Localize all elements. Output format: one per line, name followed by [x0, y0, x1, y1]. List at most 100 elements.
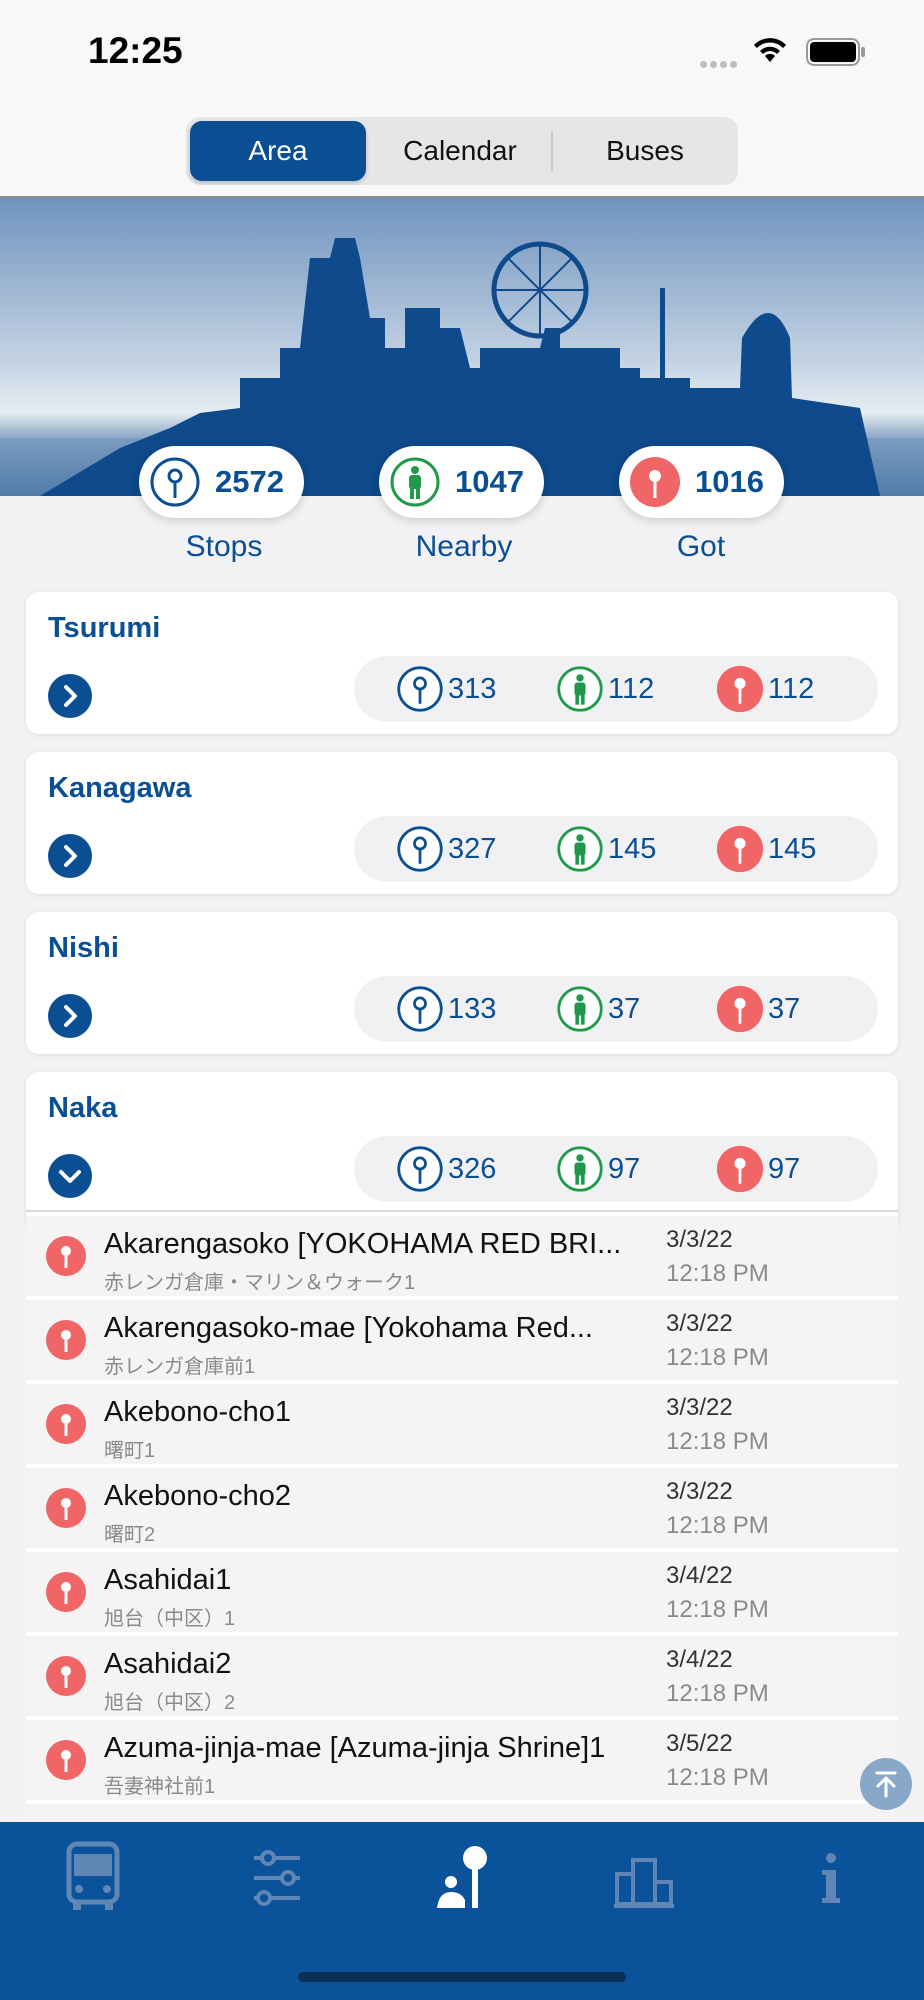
got-pin-icon — [716, 985, 764, 1033]
stop-subtitle: 赤レンガ倉庫前1 — [104, 1356, 256, 1378]
nearby-total-count: 1047 — [455, 464, 524, 499]
stop-title: Akebono-cho2 — [104, 1480, 292, 1512]
chevron-right-icon — [64, 845, 77, 867]
area-stops-count: 133 — [448, 992, 497, 1025]
stop-pin-icon — [397, 666, 443, 712]
stop-title: Asahidai1 — [104, 1564, 232, 1596]
list-item[interactable]: Akebono-cho2 曙町2 3/3/22 12:18 PM — [26, 1468, 898, 1548]
stop-title: Akarengasoko [YOKOHAMA RED BRI... — [104, 1228, 622, 1260]
nearby-label: Nearby — [415, 530, 513, 563]
area-counts: 327 145 145 — [354, 816, 878, 882]
stop-date: 3/3/22 — [666, 1226, 733, 1253]
expand-button[interactable] — [48, 674, 92, 718]
stop-date: 3/4/22 — [666, 1562, 733, 1589]
tab-stop-collection[interactable] — [417, 1834, 507, 1924]
tab-routes[interactable] — [232, 1834, 322, 1924]
stop-date: 3/5/22 — [666, 1730, 733, 1757]
got-pin-icon — [46, 1656, 86, 1696]
segment-area[interactable]: Area — [190, 121, 366, 181]
area-card-tsurumi[interactable]: Tsurumi 313 112 112 — [26, 592, 898, 734]
area-got: 97 — [716, 1144, 800, 1194]
stop-time: 12:18 PM — [666, 1596, 769, 1623]
stop-pin-icon — [397, 1146, 443, 1192]
stop-time: 12:18 PM — [666, 1344, 769, 1371]
stop-pin-icon — [397, 826, 443, 872]
area-card-nishi[interactable]: Nishi 133 37 37 — [26, 912, 898, 1054]
area-got-count: 97 — [768, 1152, 801, 1185]
area-card-naka[interactable]: Naka 326 97 97 — [26, 1072, 898, 1224]
got-pin-icon — [46, 1572, 86, 1612]
tab-info[interactable] — [786, 1834, 876, 1924]
area-nearby: 145 — [556, 824, 656, 874]
area-name: Naka — [48, 1092, 118, 1124]
battery-icon — [806, 38, 865, 66]
stop-date: 3/4/22 — [666, 1646, 733, 1673]
chevron-down-icon — [59, 1170, 81, 1183]
area-stops-count: 313 — [448, 672, 497, 705]
status-time: 12:25 — [88, 30, 183, 71]
area-nearby-count: 145 — [608, 832, 657, 865]
stop-list: Akarengasoko [YOKOHAMA RED BRI... 赤レンガ倉庫… — [26, 1210, 898, 1822]
area-nearby: 37 — [556, 984, 640, 1034]
expand-button[interactable] — [48, 834, 92, 878]
stop-subtitle: 赤レンガ倉庫・マリン＆ウォーク1 — [104, 1272, 416, 1294]
list-item[interactable]: Asahidai2 旭台（中区）2 3/4/22 12:18 PM — [26, 1636, 898, 1716]
stop-pin-icon — [150, 457, 200, 507]
stop-subtitle: 旭台（中区）1 — [104, 1608, 236, 1630]
list-item[interactable]: Akarengasoko-mae [Yokohama Red... 赤レンガ倉庫… — [26, 1300, 898, 1380]
tab-buses[interactable] — [48, 1834, 138, 1924]
stop-subtitle: 曙町1 — [104, 1440, 156, 1462]
chevron-right-icon — [64, 1005, 77, 1027]
stop-subtitle: 吾妻神社前1 — [104, 1776, 216, 1798]
segment-calendar[interactable]: Calendar — [370, 121, 550, 181]
area-stops: 313 — [396, 664, 496, 714]
tab-ranking[interactable] — [600, 1834, 690, 1924]
area-stops-count: 327 — [448, 832, 497, 865]
list-item[interactable]: Azuma-jinja-mae [Azuma-jinja Shrine]1 吾妻… — [26, 1720, 898, 1800]
stop-time: 12:18 PM — [666, 1260, 769, 1287]
expand-button[interactable] — [48, 994, 92, 1038]
person-icon — [557, 666, 603, 712]
collapse-button[interactable] — [48, 1154, 92, 1198]
area-stops: 327 — [396, 824, 496, 874]
segment-buses[interactable]: Buses — [556, 121, 734, 181]
area-name: Nishi — [48, 932, 119, 964]
stop-date: 3/3/22 — [666, 1478, 733, 1505]
ranking-icon — [614, 1858, 674, 1908]
stop-collector-icon — [437, 1846, 487, 1908]
person-icon — [557, 826, 603, 872]
got-pin-icon — [46, 1404, 86, 1444]
area-nearby-count: 112 — [608, 672, 655, 705]
list-item[interactable]: Akebono-cho1 曙町1 3/3/22 12:18 PM — [26, 1384, 898, 1464]
got-pin-icon — [630, 457, 680, 507]
arrow-up-icon — [875, 1771, 897, 1798]
stop-title: Asahidai2 — [104, 1648, 232, 1680]
chevron-right-icon — [64, 685, 77, 707]
bus-icon — [66, 1841, 120, 1910]
area-got-count: 112 — [768, 672, 815, 705]
got-pin-icon — [716, 665, 764, 713]
area-card-kanagawa[interactable]: Kanagawa 327 145 145 — [26, 752, 898, 894]
stop-title: Azuma-jinja-mae [Azuma-jinja Shrine]1 — [104, 1732, 606, 1764]
stop-title: Akarengasoko-mae [Yokohama Red... — [104, 1312, 593, 1344]
stops-total-pill: 2572 — [139, 446, 304, 518]
person-icon — [557, 986, 603, 1032]
scroll-to-top-button[interactable] — [860, 1758, 912, 1810]
person-icon — [557, 1146, 603, 1192]
segment-divider — [551, 131, 553, 171]
got-pin-icon — [46, 1320, 86, 1360]
area-got: 145 — [716, 824, 816, 874]
area-stops-count: 326 — [448, 1152, 497, 1185]
area-got-count: 145 — [768, 832, 817, 865]
list-item[interactable]: Asahidai1 旭台（中区）1 3/4/22 12:18 PM — [26, 1552, 898, 1632]
stops-label: Stops — [185, 530, 263, 563]
area-counts: 133 37 37 — [354, 976, 878, 1042]
stop-time: 12:18 PM — [666, 1764, 769, 1791]
area-got: 112 — [716, 664, 814, 714]
nearby-total-pill: 1047 — [379, 446, 544, 518]
area-stops: 133 — [396, 984, 496, 1034]
list-item[interactable] — [26, 1804, 898, 1822]
list-item[interactable]: Akarengasoko [YOKOHAMA RED BRI... 赤レンガ倉庫… — [26, 1216, 898, 1296]
area-nearby: 112 — [556, 664, 654, 714]
stop-date: 3/3/22 — [666, 1394, 733, 1421]
